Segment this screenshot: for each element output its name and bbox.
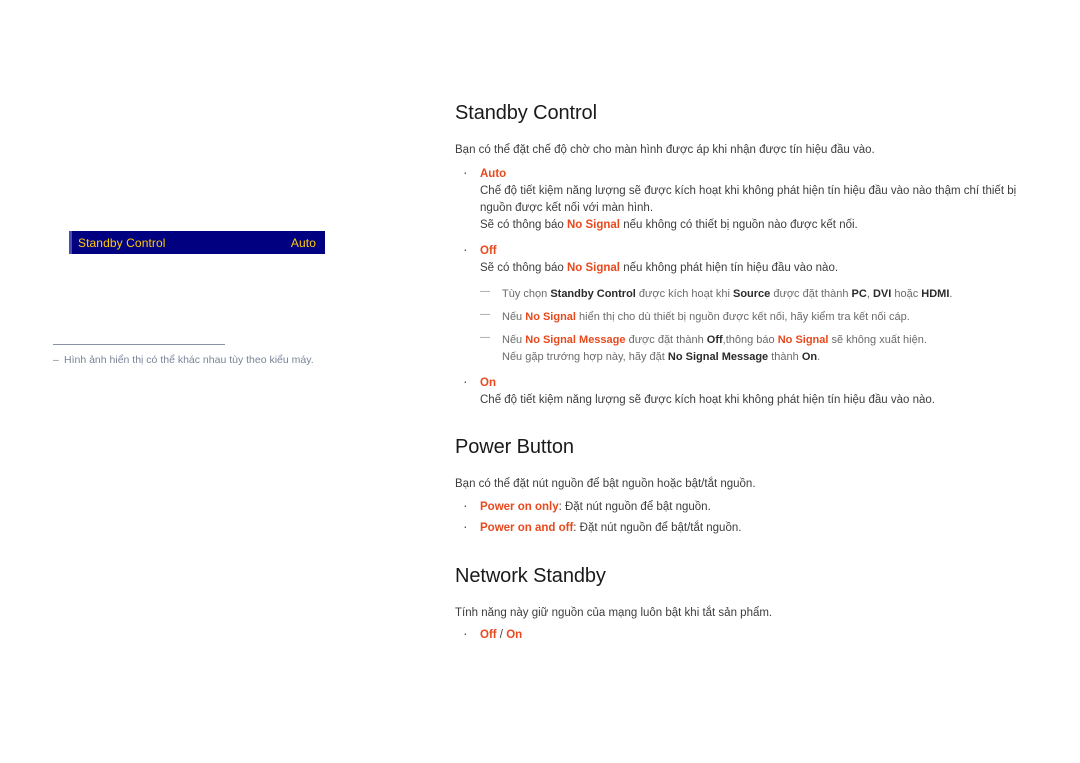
keyword-no-signal: No Signal: [525, 311, 576, 324]
main-content: Standby Control Bạn có thể đặt chế độ ch…: [455, 0, 1025, 645]
off-line1-part-a: Sẽ có thông báo: [480, 261, 567, 274]
keyword-no-signal-message: No Signal Message: [667, 350, 769, 363]
note3-cont-b: thành: [768, 350, 802, 363]
section-title-power-button: Power Button: [455, 436, 574, 459]
footnote-dash-marker: –: [53, 354, 59, 366]
list-item-on: On Chế độ tiết kiệm năng lượng sẽ được k…: [455, 371, 1025, 410]
section-title-standby-control: Standby Control: [455, 102, 597, 124]
keyword-no-signal: No Signal: [777, 334, 829, 347]
keyword-hdmi: HDMI: [921, 288, 950, 301]
keyword-on: On: [506, 629, 523, 642]
keyword-source: Source: [733, 288, 771, 301]
note3-a: Nếu: [502, 334, 526, 347]
option-label-auto: Auto: [480, 167, 507, 180]
keyword-dvi: DVI: [872, 288, 892, 301]
keyword-off: Off: [480, 629, 497, 642]
option-desc-off-line1: Sẽ có thông báo No Signal nếu không phát…: [480, 260, 1025, 277]
note2-b: hiển thị cho dù thiết bị nguồn được kết …: [575, 311, 910, 324]
list-item-off: Off Sẽ có thông báo No Signal nếu không …: [455, 239, 1025, 366]
network-standby-intro: Tính năng này giữ nguồn của mạng luôn bậ…: [455, 606, 773, 619]
power-on-and-off-row: Power on and off: Đặt nút nguồn để bật/t…: [480, 520, 1025, 537]
auto-line2-part-a: Sẽ có thông báo: [480, 219, 567, 232]
list-item-power-on-only: Power on only: Đặt nút nguồn để bật nguồ…: [455, 495, 1025, 516]
note3-d: sẽ không xuất hiện.: [828, 334, 927, 347]
power-on-only-row: Power on only: Đặt nút nguồn để bật nguồ…: [480, 499, 1025, 516]
note1-a: Tùy chọn: [502, 288, 551, 301]
option-separator: /: [496, 629, 507, 642]
left-footnote: – Hình ảnh hiển thị có thể khác nhau tùy…: [53, 344, 353, 367]
note3-c: ,thông báo: [722, 334, 778, 347]
option-desc-auto-line1: Chế độ tiết kiệm năng lượng sẽ được kích…: [480, 184, 1017, 215]
list-item-off-on: Off / On: [455, 623, 1025, 644]
keyword-off: Off: [706, 334, 723, 347]
note3-cont-c: .: [817, 350, 821, 363]
note-row-1: Tùy chọn Standby Control được kích hoạt …: [480, 285, 1025, 303]
left-illustration-panel: Standby Control Auto – Hình ảnh hiển thị…: [0, 0, 430, 763]
footnote-text: Hình ảnh hiển thị có thể khác nhau tùy t…: [64, 354, 314, 366]
list-item-power-on-and-off: Power on and off: Đặt nút nguồn để bật/t…: [455, 516, 1025, 537]
keyword-no-signal-message: No Signal Message: [525, 334, 626, 347]
note3-cont-a: Nếu gặp trướng hợp này, hãy đặt: [502, 350, 668, 363]
power-on-and-off-desc: : Đặt nút nguồn để bật/tắt nguồn.: [573, 522, 742, 535]
note1-f: .: [949, 288, 953, 301]
option-label-off: Off: [480, 244, 497, 257]
note-row-2: Nếu No Signal hiển thị cho dù thiết bị n…: [480, 308, 1025, 326]
keyword-no-signal: No Signal: [566, 261, 620, 274]
osd-menu-row-standby-control[interactable]: Standby Control Auto: [69, 231, 325, 254]
keyword-no-signal: No Signal: [566, 219, 620, 232]
note1-e: hoặc: [891, 288, 922, 301]
standby-control-intro: Bạn có thể đặt chế độ chờ cho màn hình đ…: [455, 144, 875, 156]
off-line1-part-b: nếu không phát hiện tín hiệu đầu vào nào…: [620, 261, 839, 274]
osd-menu-label: Standby Control: [78, 235, 166, 250]
option-label-on: On: [480, 376, 496, 389]
note1-c: được đặt thành: [770, 288, 852, 301]
network-standby-options-row: Off / On: [480, 627, 1025, 644]
section-title-network-standby: Network Standby: [455, 564, 606, 587]
osd-menu-value: Auto: [290, 235, 316, 250]
footnote-divider: [53, 344, 225, 345]
keyword-standby-control: Standby Control: [550, 288, 636, 301]
keyword-power-on-only: Power on only: [480, 501, 559, 514]
note1-b: được kích hoạt khi: [635, 288, 733, 301]
keyword-power-on-and-off: Power on and off: [480, 522, 574, 535]
keyword-pc: PC: [851, 288, 867, 301]
option-desc-on-line1: Chế độ tiết kiệm năng lượng sẽ được kích…: [480, 394, 935, 407]
power-button-intro: Bạn có thể đặt nút nguồn để bật nguồn ho…: [455, 478, 756, 491]
auto-line2-part-b: nếu không có thiết bị nguồn nào được kết…: [620, 219, 858, 232]
note-row-3-continuation: Nếu gặp trướng hợp này, hãy đặt No Signa…: [502, 350, 1025, 366]
keyword-on: On: [801, 350, 818, 363]
note3-b: được đặt thành: [625, 334, 707, 347]
option-desc-auto-line2: Sẽ có thông báo No Signal nếu không có t…: [480, 217, 1025, 234]
list-item-auto: Auto Chế độ tiết kiệm năng lượng sẽ được…: [455, 162, 1025, 235]
note-row-3: Nếu No Signal Message được đặt thành Off…: [480, 331, 1025, 366]
note2-a: Nếu: [502, 311, 526, 324]
power-on-only-desc: : Đặt nút nguồn để bật nguồn.: [558, 501, 711, 514]
footnote-row: – Hình ảnh hiển thị có thể khác nhau tùy…: [53, 353, 353, 367]
